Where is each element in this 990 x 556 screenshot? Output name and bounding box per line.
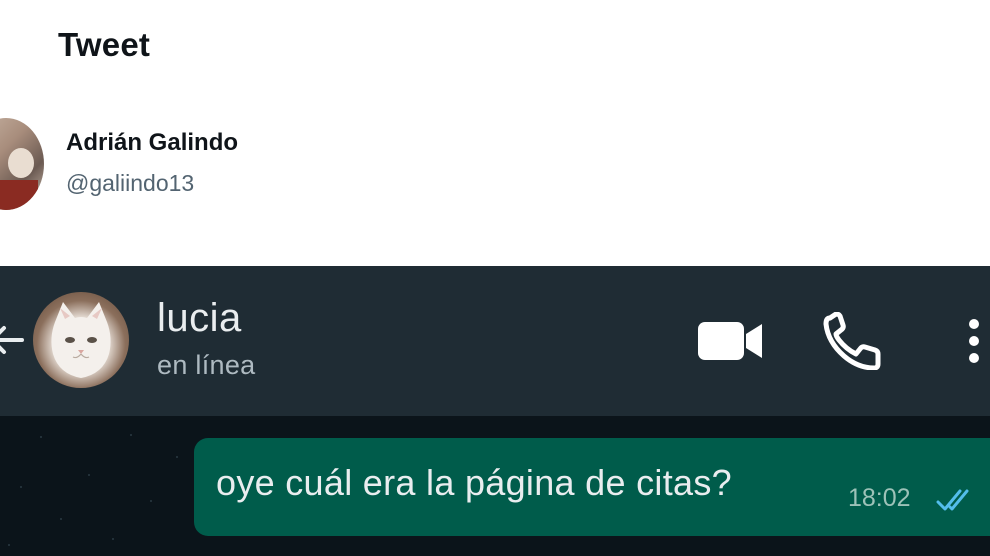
page-title: Tweet xyxy=(58,26,151,63)
message-text: oye cuál era la página de citas? xyxy=(216,462,732,503)
contact-name[interactable]: lucia xyxy=(157,296,242,341)
author-handle[interactable]: @galiindo13 xyxy=(66,170,194,197)
chat-area[interactable]: oye cuál era la página de citas? 18:02 xyxy=(0,416,990,556)
voice-call-icon[interactable] xyxy=(822,312,882,370)
read-receipt-icon xyxy=(936,489,969,511)
author-avatar[interactable] xyxy=(0,118,44,210)
tweet-header: Tweet Adrián Galindo @galiindo13 xyxy=(0,0,990,266)
back-arrow-icon[interactable] xyxy=(0,320,26,360)
contact-status: en línea xyxy=(157,350,256,380)
contact-avatar[interactable] xyxy=(33,292,129,388)
author-name[interactable]: Adrián Galindo xyxy=(66,129,238,157)
message-bubble-outgoing[interactable]: oye cuál era la página de citas? 18:02 xyxy=(194,438,990,536)
message-time: 18:02 xyxy=(848,484,911,512)
chat-header: lucia en línea xyxy=(0,266,990,416)
video-call-icon[interactable] xyxy=(694,318,766,364)
more-options-icon[interactable] xyxy=(962,316,986,366)
